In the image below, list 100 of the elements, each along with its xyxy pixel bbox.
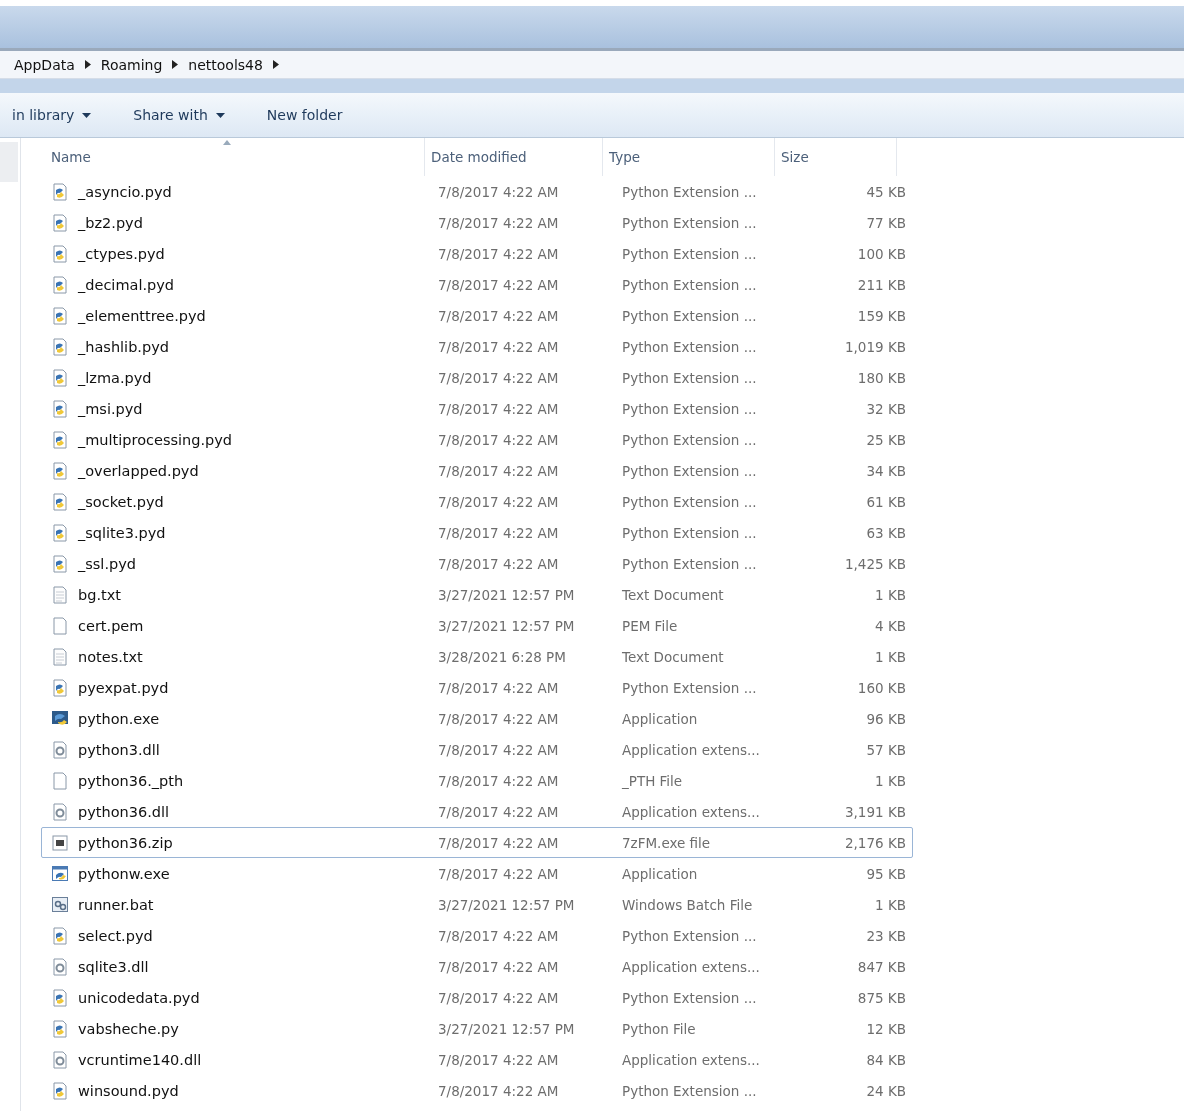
column-header[interactable]: Type bbox=[603, 138, 775, 176]
file-name: python36.zip bbox=[78, 834, 173, 851]
address-bar[interactable]: AppData Roaming nettools48 bbox=[0, 51, 1184, 79]
size-cell-text: 24 KB bbox=[865, 1082, 907, 1099]
file-row[interactable]: python.exe 7/8/2017 4:22 AM Application 96 KB bbox=[41, 703, 913, 734]
file-row[interactable]: _ssl.pyd 7/8/2017 4:22 AM Python Extension ... 1,425 KB bbox=[41, 548, 913, 579]
type-cell-text: 7zFM.exe file bbox=[621, 834, 712, 851]
file-row[interactable]: vcruntime140.dll 7/8/2017 4:22 AM Application extens... 84 KB bbox=[41, 1044, 913, 1075]
file-row[interactable]: winsound.pyd 7/8/2017 4:22 AM Python Extension ... 24 KB bbox=[41, 1075, 913, 1106]
file-name: python36.dll bbox=[78, 803, 170, 820]
size-cell-text: 2,176 KB bbox=[843, 834, 907, 851]
type-cell-text: Text Document bbox=[621, 648, 725, 665]
file-row[interactable]: runner.bat 3/27/2021 12:57 PM Windows Batch File 1 KB bbox=[41, 889, 913, 920]
breadcrumb-item[interactable]: AppData bbox=[14, 56, 75, 73]
date-cell-text: 7/8/2017 4:22 AM bbox=[437, 679, 560, 696]
file-name: _overlapped.pyd bbox=[78, 462, 199, 479]
date-cell-text: 7/8/2017 4:22 AM bbox=[437, 958, 560, 975]
file-row[interactable]: python3.dll 7/8/2017 4:22 AM Application extens... 57 KB bbox=[41, 734, 913, 765]
file-name: _ssl.pyd bbox=[78, 555, 136, 572]
file-row[interactable]: _overlapped.pyd 7/8/2017 4:22 AM Python Extension ... 34 KB bbox=[41, 455, 913, 486]
file-name: _multiprocessing.pyd bbox=[78, 431, 233, 448]
dropdown-arrow-icon[interactable] bbox=[82, 112, 92, 118]
type-cell-text: Application bbox=[621, 865, 699, 882]
file-name: unicodedata.pyd bbox=[78, 989, 200, 1006]
file-row[interactable]: python36.zip 7/8/2017 4:22 AM 7zFM.exe file 2,176 KB bbox=[41, 827, 913, 858]
file-row[interactable]: _socket.pyd 7/8/2017 4:22 AM Python Extension ... 61 KB bbox=[41, 486, 913, 517]
file-row[interactable]: unicodedata.pyd 7/8/2017 4:22 AM Python Extension ... 875 KB bbox=[41, 982, 913, 1013]
size-cell-text: 95 KB bbox=[865, 865, 907, 882]
file-row[interactable]: vabsheche.py 3/27/2021 12:57 PM Python File 12 KB bbox=[41, 1013, 913, 1044]
size-cell-text: 160 KB bbox=[856, 679, 907, 696]
file-row[interactable]: bg.txt 3/27/2021 12:57 PM Text Document 1 KB bbox=[41, 579, 913, 610]
file-row[interactable]: _ctypes.pyd 7/8/2017 4:22 AM Python Extension ... 100 KB bbox=[41, 238, 913, 269]
toolbar-button[interactable]: Share with bbox=[127, 103, 231, 127]
size-cell-text: 77 KB bbox=[865, 214, 907, 231]
file-name: _elementtree.pyd bbox=[78, 307, 206, 324]
file-row[interactable]: _elementtree.pyd 7/8/2017 4:22 AM Python Extension ... 159 KB bbox=[41, 300, 913, 331]
date-cell-text: 7/8/2017 4:22 AM bbox=[437, 400, 560, 417]
file-row[interactable]: pythonw.exe 7/8/2017 4:22 AM Application 95 KB bbox=[41, 858, 913, 889]
size-cell-text: 84 KB bbox=[865, 1051, 907, 1068]
size-cell-text: 45 KB bbox=[865, 183, 907, 200]
file-row[interactable]: _multiprocessing.pyd 7/8/2017 4:22 AM Python Extension ... 25 KB bbox=[41, 424, 913, 455]
file-name: _decimal.pyd bbox=[78, 276, 174, 293]
date-cell-text: 3/27/2021 12:57 PM bbox=[437, 586, 576, 603]
file-row[interactable]: _lzma.pyd 7/8/2017 4:22 AM Python Extension ... 180 KB bbox=[41, 362, 913, 393]
date-cell-text: 7/8/2017 4:22 AM bbox=[437, 338, 560, 355]
type-cell-text: Python Extension ... bbox=[621, 183, 758, 200]
type-cell-text: Python Extension ... bbox=[621, 927, 758, 944]
chevron-icon[interactable] bbox=[272, 60, 279, 69]
breadcrumb-item[interactable]: nettools48 bbox=[188, 56, 263, 73]
size-cell-text: 25 KB bbox=[865, 431, 907, 448]
size-cell-text: 1 KB bbox=[874, 648, 907, 665]
type-cell-text: Python Extension ... bbox=[621, 679, 758, 696]
dropdown-arrow-icon[interactable] bbox=[215, 112, 225, 118]
file-name: cert.pem bbox=[78, 617, 144, 634]
toolbar-button[interactable]: in library bbox=[6, 103, 98, 127]
file-row[interactable]: sqlite3.dll 7/8/2017 4:22 AM Application extens... 847 KB bbox=[41, 951, 913, 982]
file-row[interactable]: _bz2.pyd 7/8/2017 4:22 AM Python Extension ... 77 KB bbox=[41, 207, 913, 238]
date-cell-text: 3/27/2021 12:57 PM bbox=[437, 896, 576, 913]
file-row[interactable]: pyexpat.pyd 7/8/2017 4:22 AM Python Extension ... 160 KB bbox=[41, 672, 913, 703]
file-row[interactable]: _msi.pyd 7/8/2017 4:22 AM Python Extension ... 32 KB bbox=[41, 393, 913, 424]
file-name: python3.dll bbox=[78, 741, 160, 758]
type-cell-text: Python Extension ... bbox=[621, 245, 758, 262]
file-row[interactable]: python36._pth 7/8/2017 4:22 AM _PTH File 1 KB bbox=[41, 765, 913, 796]
date-cell-text: 7/8/2017 4:22 AM bbox=[437, 493, 560, 510]
size-cell-text: 3,191 KB bbox=[843, 803, 907, 820]
file-row[interactable]: _decimal.pyd 7/8/2017 4:22 AM Python Extension ... 211 KB bbox=[41, 269, 913, 300]
file-row[interactable]: cert.pem 3/27/2021 12:57 PM PEM File 4 KB bbox=[41, 610, 913, 641]
size-cell-text: 1 KB bbox=[874, 586, 907, 603]
size-cell-text: 1,019 KB bbox=[843, 338, 907, 355]
breadcrumb-item[interactable]: Roaming bbox=[100, 56, 163, 73]
date-cell-text: 7/8/2017 4:22 AM bbox=[437, 524, 560, 541]
file-row[interactable]: python36.dll 7/8/2017 4:22 AM Application extens... 3,191 KB bbox=[41, 796, 913, 827]
file-row[interactable]: _sqlite3.pyd 7/8/2017 4:22 AM Python Extension ... 63 KB bbox=[41, 517, 913, 548]
date-cell-text: 7/8/2017 4:22 AM bbox=[437, 431, 560, 448]
type-cell-text: Python Extension ... bbox=[621, 493, 758, 510]
column-header[interactable]: Date modified bbox=[425, 138, 603, 176]
file-name: bg.txt bbox=[78, 586, 121, 603]
date-cell-text: 3/27/2021 12:57 PM bbox=[437, 1020, 576, 1037]
size-cell-text: 12 KB bbox=[865, 1020, 907, 1037]
type-cell-text: Application bbox=[621, 710, 699, 727]
file-name: _socket.pyd bbox=[78, 493, 164, 510]
date-cell-text: 7/8/2017 4:22 AM bbox=[437, 1051, 560, 1068]
file-row[interactable]: _hashlib.pyd 7/8/2017 4:22 AM Python Extension ... 1,019 KB bbox=[41, 331, 913, 362]
chevron-icon[interactable] bbox=[172, 60, 179, 69]
toolbar-button[interactable]: New folder bbox=[260, 103, 349, 127]
file-name: _bz2.pyd bbox=[78, 214, 143, 231]
type-cell-text: Python Extension ... bbox=[621, 462, 758, 479]
file-row[interactable]: _asyncio.pyd 7/8/2017 4:22 AM Python Extension ... 45 KB bbox=[41, 176, 913, 207]
chevron-icon[interactable] bbox=[84, 60, 91, 69]
column-header[interactable]: Size bbox=[775, 138, 897, 176]
file-name: _asyncio.pyd bbox=[78, 183, 172, 200]
file-row[interactable]: select.pyd 7/8/2017 4:22 AM Python Extension ... 23 KB bbox=[41, 920, 913, 951]
date-cell-text: 7/8/2017 4:22 AM bbox=[437, 803, 560, 820]
date-cell-text: 7/8/2017 4:22 AM bbox=[437, 865, 560, 882]
file-name: python.exe bbox=[78, 710, 160, 727]
file-name: notes.txt bbox=[78, 648, 143, 665]
size-cell-text: 1 KB bbox=[874, 772, 907, 789]
file-row[interactable]: notes.txt 3/28/2021 6:28 PM Text Document 1 KB bbox=[41, 641, 913, 672]
file-name: pyexpat.pyd bbox=[78, 679, 169, 696]
date-cell-text: 7/8/2017 4:22 AM bbox=[437, 1082, 560, 1099]
